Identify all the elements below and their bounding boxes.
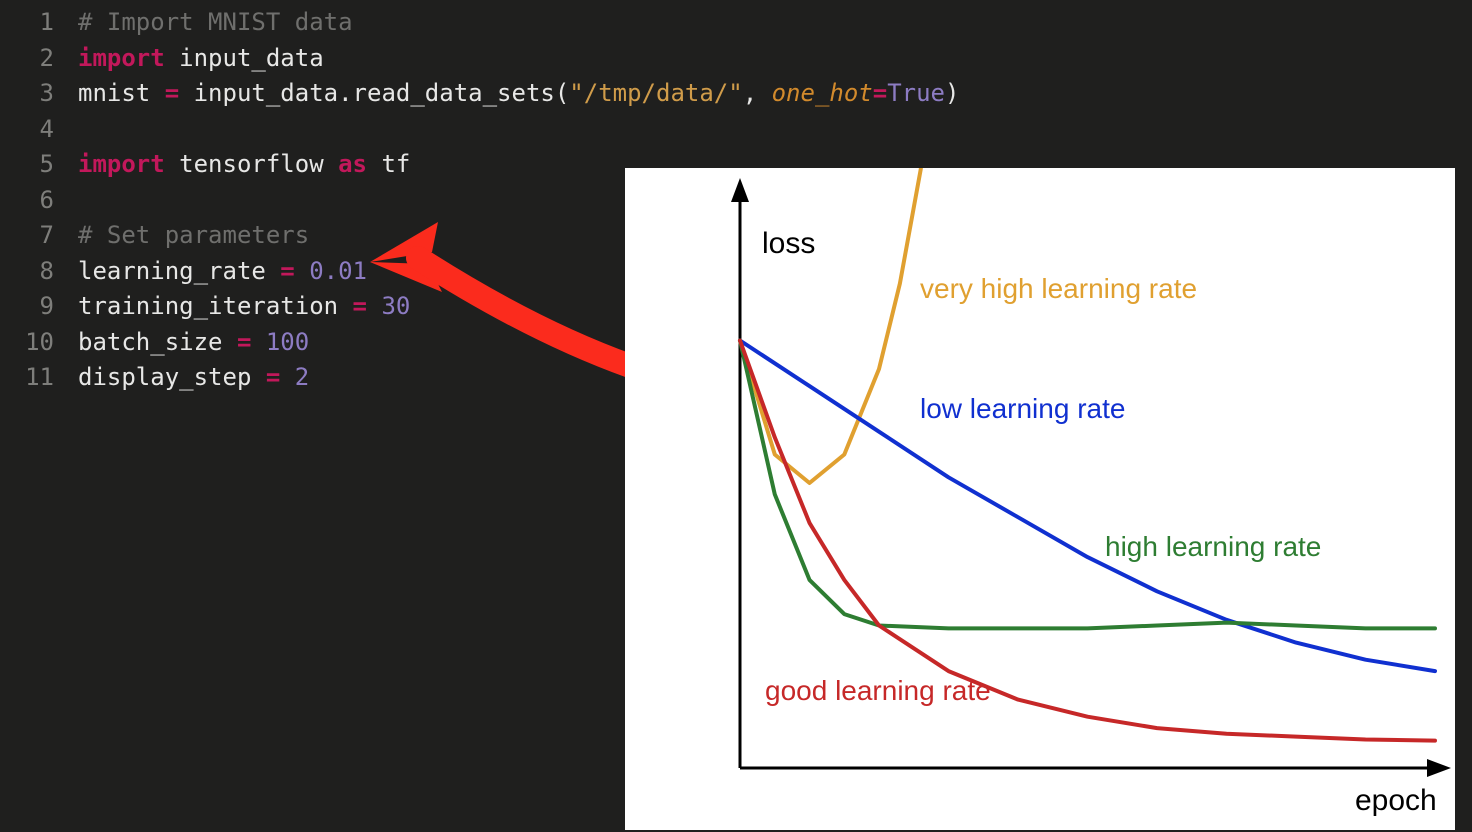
x-axis-arrow-icon	[1427, 759, 1451, 777]
code-token: # Import MNIST data	[78, 8, 353, 36]
x-axis-label: epoch	[1355, 784, 1437, 817]
code-token: import	[78, 44, 165, 72]
code-token: "/tmp/data/"	[569, 79, 742, 107]
code-content[interactable]: learning_rate = 0.01	[78, 257, 367, 285]
series-label-good: good learning rate	[765, 675, 991, 706]
line-number: 3	[0, 79, 78, 107]
line-number: 9	[0, 292, 78, 320]
code-token: # Set parameters	[78, 221, 309, 249]
code-token	[295, 257, 309, 285]
code-token: 30	[381, 292, 410, 320]
line-number: 7	[0, 221, 78, 249]
code-token	[324, 150, 338, 178]
code-token: tensorflow	[179, 150, 324, 178]
code-token: =	[280, 257, 294, 285]
code-line[interactable]: 1# Import MNIST data	[0, 8, 959, 44]
line-number: 6	[0, 186, 78, 214]
code-token: 0.01	[309, 257, 367, 285]
line-number: 4	[0, 115, 78, 143]
learning-rate-chart-panel: loss epoch very high learning rate low lear…	[625, 168, 1455, 830]
code-token: =	[266, 363, 280, 391]
code-token: ,	[743, 79, 772, 107]
code-token: =	[165, 79, 179, 107]
code-token: learning_rate	[78, 257, 266, 285]
code-token	[251, 363, 265, 391]
code-token	[367, 292, 381, 320]
code-line[interactable]: 4	[0, 115, 959, 151]
code-token	[251, 328, 265, 356]
series-label-high: high learning rate	[1105, 531, 1321, 562]
code-token: 100	[266, 328, 309, 356]
code-content[interactable]: # Set parameters	[78, 221, 309, 249]
code-token: =	[873, 79, 887, 107]
code-token: batch_size	[78, 328, 223, 356]
code-token	[266, 257, 280, 285]
series-high-learning-rate	[740, 341, 1435, 629]
series-very-high-learning-rate	[740, 168, 949, 483]
code-token: =	[237, 328, 251, 356]
code-token	[367, 150, 381, 178]
code-token: one_hot	[772, 79, 873, 107]
line-number: 8	[0, 257, 78, 285]
series-label-low: low learning rate	[920, 393, 1125, 424]
code-content[interactable]: training_iteration = 30	[78, 292, 410, 320]
code-token: input_data.read_data_sets	[194, 79, 555, 107]
learning-rate-chart: loss epoch very high learning rate low lear…	[625, 168, 1455, 830]
code-token: )	[945, 79, 959, 107]
code-token: import	[78, 150, 165, 178]
code-token	[150, 79, 164, 107]
line-number: 1	[0, 8, 78, 36]
code-token: input_data	[179, 44, 324, 72]
code-content[interactable]: import input_data	[78, 44, 324, 72]
line-number: 2	[0, 44, 78, 72]
code-content[interactable]: import tensorflow as tf	[78, 150, 410, 178]
series-low-learning-rate	[740, 341, 1435, 672]
code-content[interactable]: # Import MNIST data	[78, 8, 353, 36]
code-token: training_iteration	[78, 292, 338, 320]
code-token: =	[353, 292, 367, 320]
y-axis-arrow-icon	[731, 178, 749, 202]
code-token	[280, 363, 294, 391]
line-number: 11	[0, 363, 78, 391]
code-token: mnist	[78, 79, 150, 107]
code-token	[179, 79, 193, 107]
code-line[interactable]: 2import input_data	[0, 44, 959, 80]
code-token: (	[555, 79, 569, 107]
code-token: 2	[295, 363, 309, 391]
code-content[interactable]: display_step = 2	[78, 363, 309, 391]
code-token	[165, 150, 179, 178]
code-token: display_step	[78, 363, 251, 391]
code-content[interactable]: mnist = input_data.read_data_sets("/tmp/…	[78, 79, 959, 107]
line-number: 10	[0, 328, 78, 356]
code-token: True	[887, 79, 945, 107]
code-token: as	[338, 150, 367, 178]
code-content[interactable]: batch_size = 100	[78, 328, 309, 356]
y-axis-label: loss	[762, 227, 815, 260]
line-number: 5	[0, 150, 78, 178]
series-label-very_high: very high learning rate	[920, 273, 1197, 304]
code-token	[165, 44, 179, 72]
code-token	[223, 328, 237, 356]
code-token: tf	[381, 150, 410, 178]
code-line[interactable]: 3mnist = input_data.read_data_sets("/tmp…	[0, 79, 959, 115]
code-token	[338, 292, 352, 320]
